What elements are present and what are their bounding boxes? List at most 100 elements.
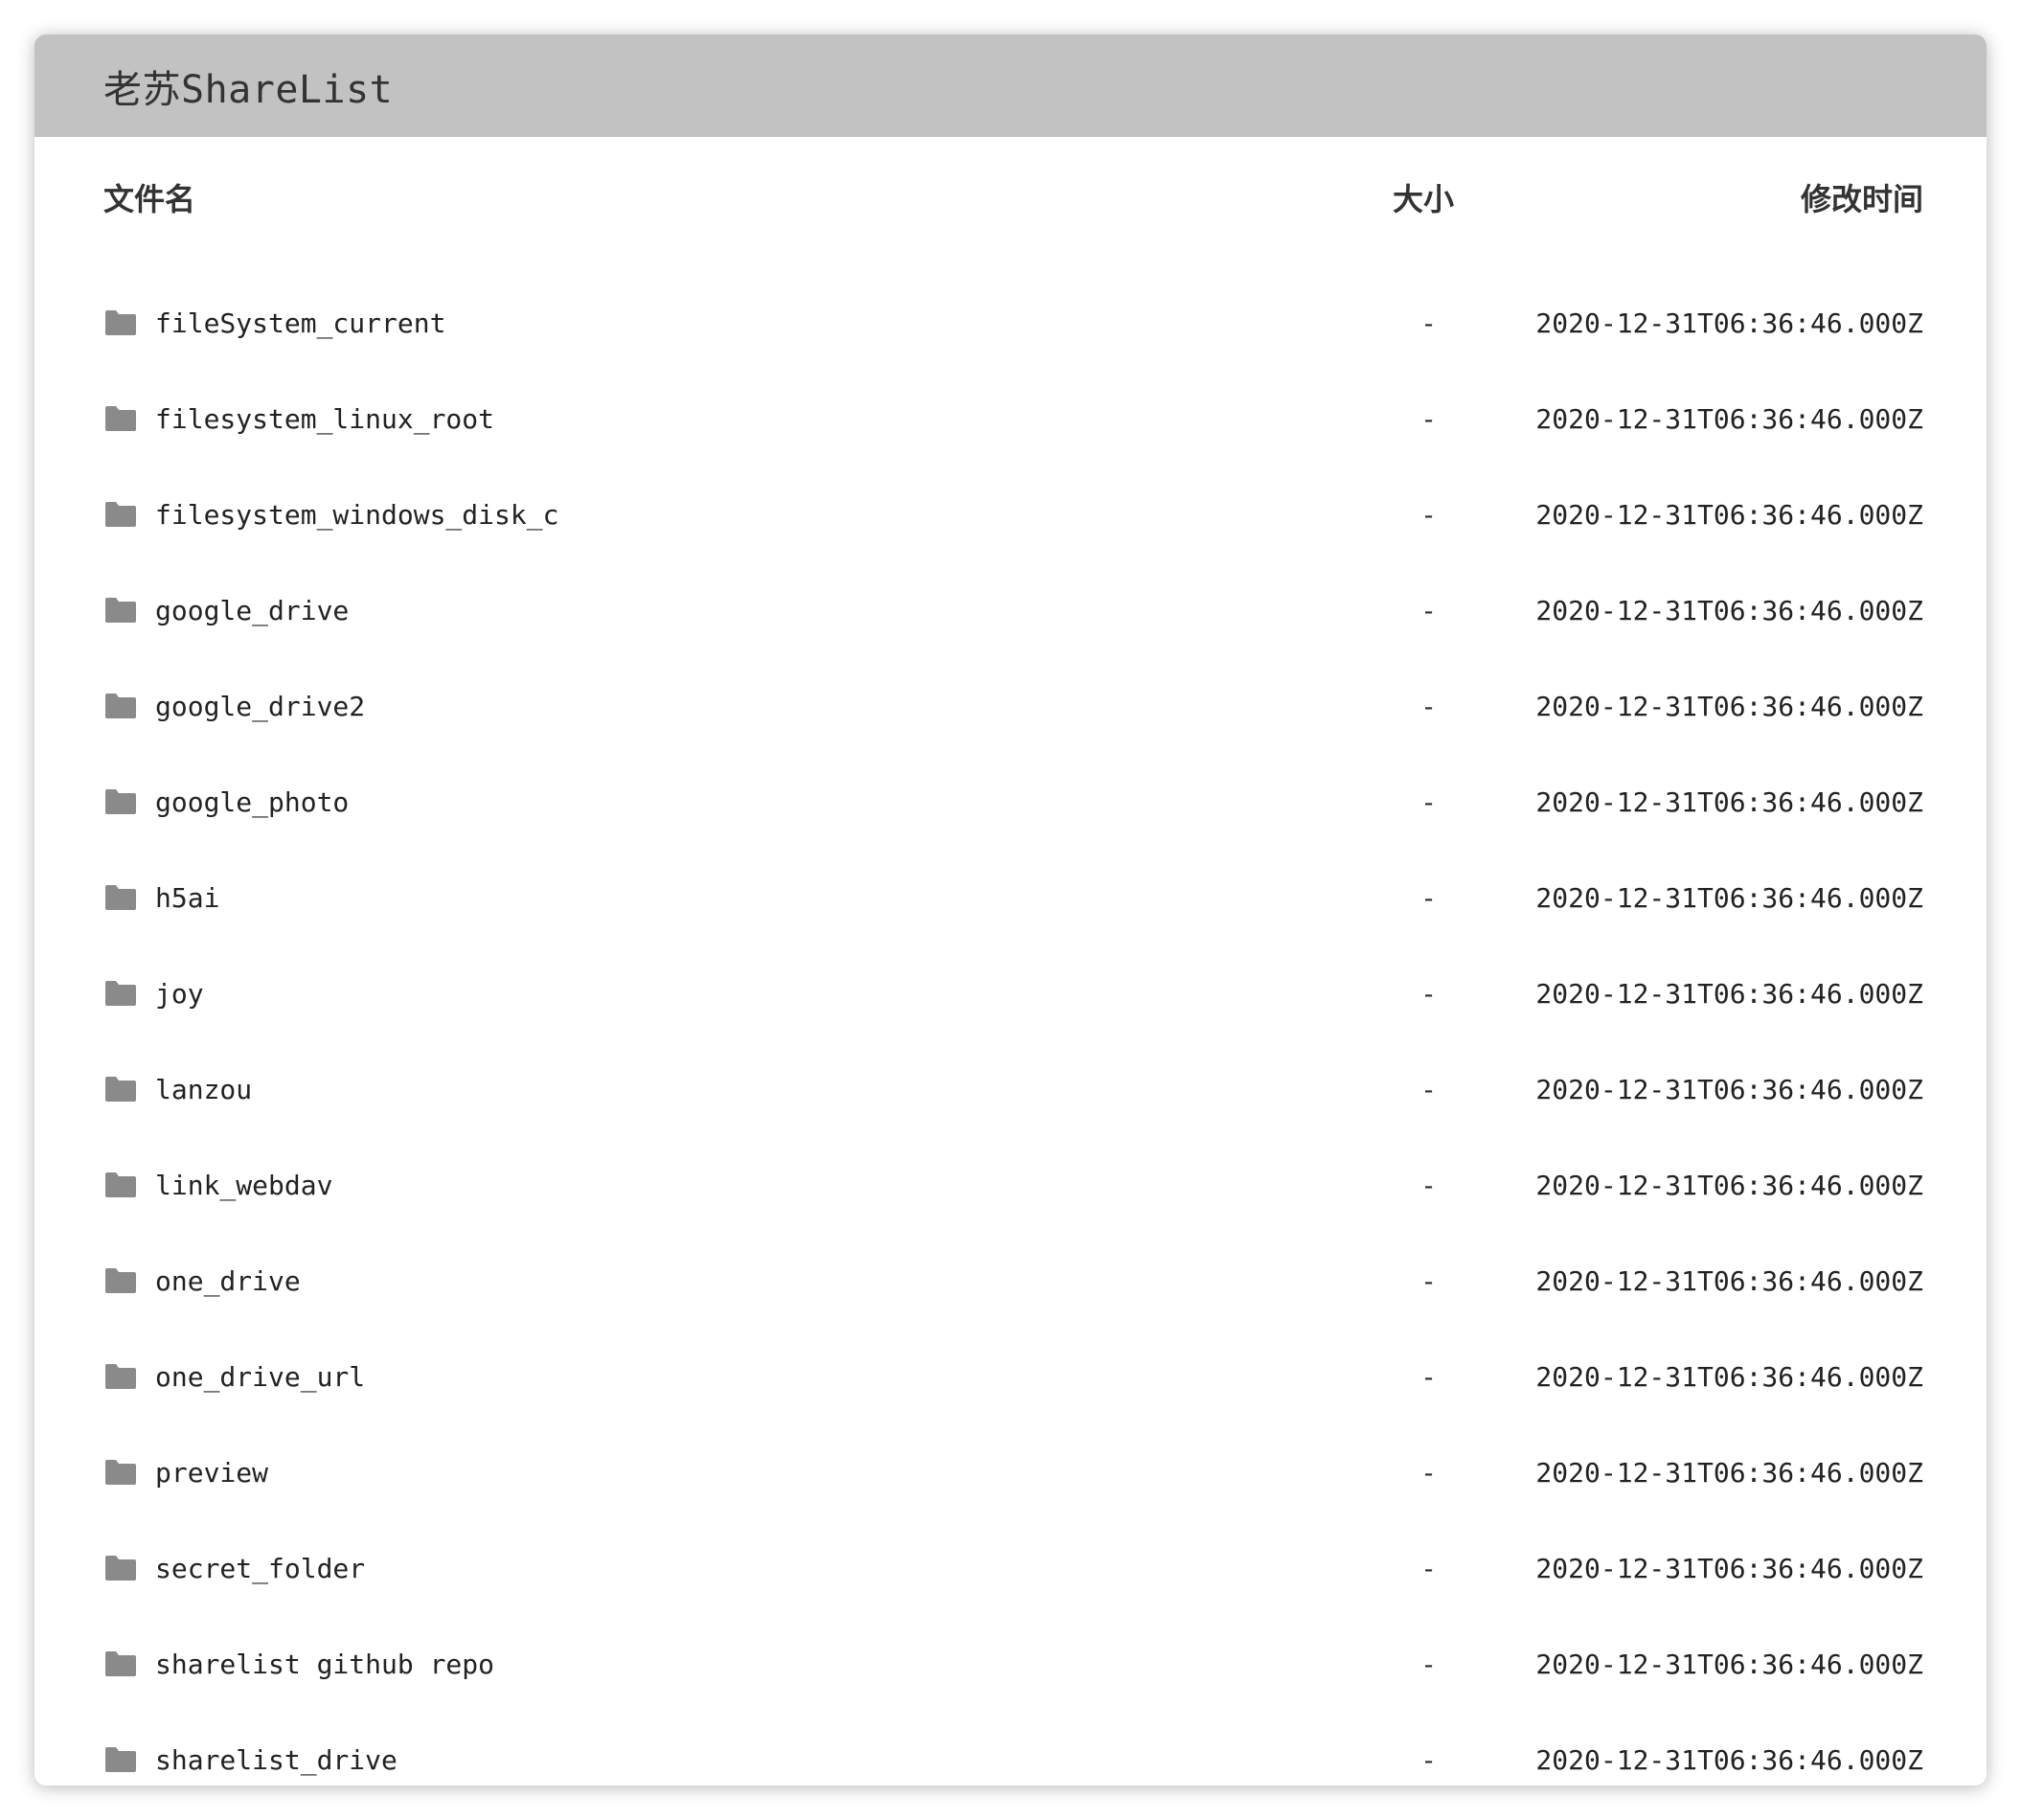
app-title[interactable]: 老苏ShareList xyxy=(103,58,393,114)
file-name-cell: filesystem_linux_root xyxy=(103,403,1224,435)
file-modified: 2020-12-31T06:36:46.000Z xyxy=(1535,1648,1923,1680)
file-name-cell: joy xyxy=(103,978,1224,1010)
file-modified: 2020-12-31T06:36:46.000Z xyxy=(1535,1360,1923,1393)
file-name: fileSystem_current xyxy=(155,307,446,339)
file-size: - xyxy=(1420,1073,1437,1105)
file-name-cell: one_drive xyxy=(103,1265,1224,1297)
file-size: - xyxy=(1420,690,1437,722)
file-modified: 2020-12-31T06:36:46.000Z xyxy=(1535,498,1923,531)
file-size: - xyxy=(1420,594,1437,626)
file-name-cell: sharelist github repo xyxy=(103,1649,1224,1680)
folder-icon xyxy=(105,1364,136,1389)
table-row[interactable]: one_drive - 2020-12-31T06:36:46.000Z xyxy=(103,1233,1923,1329)
file-name-cell: google_drive2 xyxy=(103,691,1224,722)
folder-icon xyxy=(105,1172,136,1197)
file-name: lanzou xyxy=(155,1073,253,1105)
file-size: - xyxy=(1420,307,1437,339)
column-header-modified[interactable]: 修改时间 xyxy=(1454,175,1923,219)
table-row[interactable]: filesystem_linux_root - 2020-12-31T06:36… xyxy=(103,371,1923,466)
file-modified: 2020-12-31T06:36:46.000Z xyxy=(1535,1169,1923,1201)
file-modified: 2020-12-31T06:36:46.000Z xyxy=(1535,307,1923,339)
file-size: - xyxy=(1420,1743,1437,1776)
file-name: google_drive2 xyxy=(155,690,366,722)
file-name: one_drive_url xyxy=(155,1360,366,1393)
file-modified: 2020-12-31T06:36:46.000Z xyxy=(1535,977,1923,1010)
file-name: one_drive xyxy=(155,1264,301,1297)
folder-icon xyxy=(105,1651,136,1676)
file-name: secret_folder xyxy=(155,1552,366,1584)
file-name: sharelist_drive xyxy=(155,1743,397,1776)
file-modified: 2020-12-31T06:36:46.000Z xyxy=(1535,1073,1923,1105)
file-name-cell: google_drive xyxy=(103,595,1224,626)
table-row[interactable]: google_drive2 - 2020-12-31T06:36:46.000Z xyxy=(103,658,1923,754)
file-size: - xyxy=(1420,1264,1437,1297)
file-name-cell: sharelist_drive xyxy=(103,1744,1224,1776)
folder-icon xyxy=(105,694,136,718)
file-name: filesystem_linux_root xyxy=(155,402,495,435)
file-modified: 2020-12-31T06:36:46.000Z xyxy=(1535,402,1923,435)
folder-icon xyxy=(105,1460,136,1485)
file-size: - xyxy=(1420,402,1437,435)
file-size: - xyxy=(1420,1456,1437,1489)
file-modified: 2020-12-31T06:36:46.000Z xyxy=(1535,594,1923,626)
file-name-cell: lanzou xyxy=(103,1074,1224,1105)
table-row[interactable]: preview - 2020-12-31T06:36:46.000Z xyxy=(103,1424,1923,1520)
table-row[interactable]: google_drive - 2020-12-31T06:36:46.000Z xyxy=(103,562,1923,658)
file-name-cell: h5ai xyxy=(103,882,1224,914)
folder-icon xyxy=(105,981,136,1006)
table-row[interactable]: filesystem_windows_disk_c - 2020-12-31T0… xyxy=(103,466,1923,562)
table-row[interactable]: google_photo - 2020-12-31T06:36:46.000Z xyxy=(103,754,1923,850)
file-size: - xyxy=(1420,498,1437,531)
file-name-cell: secret_folder xyxy=(103,1553,1224,1584)
folder-icon xyxy=(105,1268,136,1293)
file-name-cell: google_photo xyxy=(103,786,1224,818)
app-header: 老苏ShareList xyxy=(34,34,1987,137)
folder-icon xyxy=(105,502,136,527)
table-row[interactable]: joy - 2020-12-31T06:36:46.000Z xyxy=(103,945,1923,1041)
table-row[interactable]: one_drive_url - 2020-12-31T06:36:46.000Z xyxy=(103,1329,1923,1424)
file-size: - xyxy=(1420,785,1437,818)
file-name-cell: fileSystem_current xyxy=(103,307,1224,339)
file-table: 文件名 大小 修改时间 fileSystem_current - 2020-12… xyxy=(34,137,1987,1786)
file-name-cell: one_drive_url xyxy=(103,1361,1224,1393)
folder-icon xyxy=(105,1077,136,1102)
file-size: - xyxy=(1420,977,1437,1010)
file-name: filesystem_windows_disk_c xyxy=(155,498,559,531)
folder-icon xyxy=(105,1556,136,1581)
file-modified: 2020-12-31T06:36:46.000Z xyxy=(1535,1743,1923,1776)
file-name-cell: filesystem_windows_disk_c xyxy=(103,499,1224,531)
folder-icon xyxy=(105,789,136,814)
file-name: google_photo xyxy=(155,785,350,818)
folder-icon xyxy=(105,885,136,910)
file-rows: fileSystem_current - 2020-12-31T06:36:46… xyxy=(103,258,1923,1786)
table-header: 文件名 大小 修改时间 xyxy=(103,137,1923,258)
table-row[interactable]: h5ai - 2020-12-31T06:36:46.000Z xyxy=(103,850,1923,945)
file-modified: 2020-12-31T06:36:46.000Z xyxy=(1535,1456,1923,1489)
file-name-cell: preview xyxy=(103,1457,1224,1489)
file-name: preview xyxy=(155,1456,269,1489)
file-name: h5ai xyxy=(155,881,220,914)
table-row[interactable]: lanzou - 2020-12-31T06:36:46.000Z xyxy=(103,1041,1923,1137)
folder-icon xyxy=(105,1747,136,1772)
folder-icon xyxy=(105,310,136,335)
file-name: google_drive xyxy=(155,594,350,626)
file-size: - xyxy=(1420,1360,1437,1393)
table-row[interactable]: sharelist github repo - 2020-12-31T06:36… xyxy=(103,1616,1923,1712)
file-modified: 2020-12-31T06:36:46.000Z xyxy=(1535,881,1923,914)
file-modified: 2020-12-31T06:36:46.000Z xyxy=(1535,690,1923,722)
file-modified: 2020-12-31T06:36:46.000Z xyxy=(1535,1264,1923,1297)
column-header-size[interactable]: 大小 xyxy=(1224,175,1454,219)
file-list-card: 老苏ShareList 文件名 大小 修改时间 fileSystem_curre… xyxy=(34,34,1987,1786)
table-row[interactable]: sharelist_drive - 2020-12-31T06:36:46.00… xyxy=(103,1712,1923,1786)
table-row[interactable]: fileSystem_current - 2020-12-31T06:36:46… xyxy=(103,275,1923,371)
folder-icon xyxy=(105,406,136,431)
table-row[interactable]: secret_folder - 2020-12-31T06:36:46.000Z xyxy=(103,1520,1923,1616)
file-size: - xyxy=(1420,1169,1437,1201)
file-size: - xyxy=(1420,1648,1437,1680)
file-size: - xyxy=(1420,1552,1437,1584)
file-name: joy xyxy=(155,977,204,1010)
table-row[interactable]: link_webdav - 2020-12-31T06:36:46.000Z xyxy=(103,1137,1923,1233)
column-header-name[interactable]: 文件名 xyxy=(103,175,1224,219)
file-name: sharelist github repo xyxy=(155,1648,495,1680)
file-name: link_webdav xyxy=(155,1169,333,1201)
